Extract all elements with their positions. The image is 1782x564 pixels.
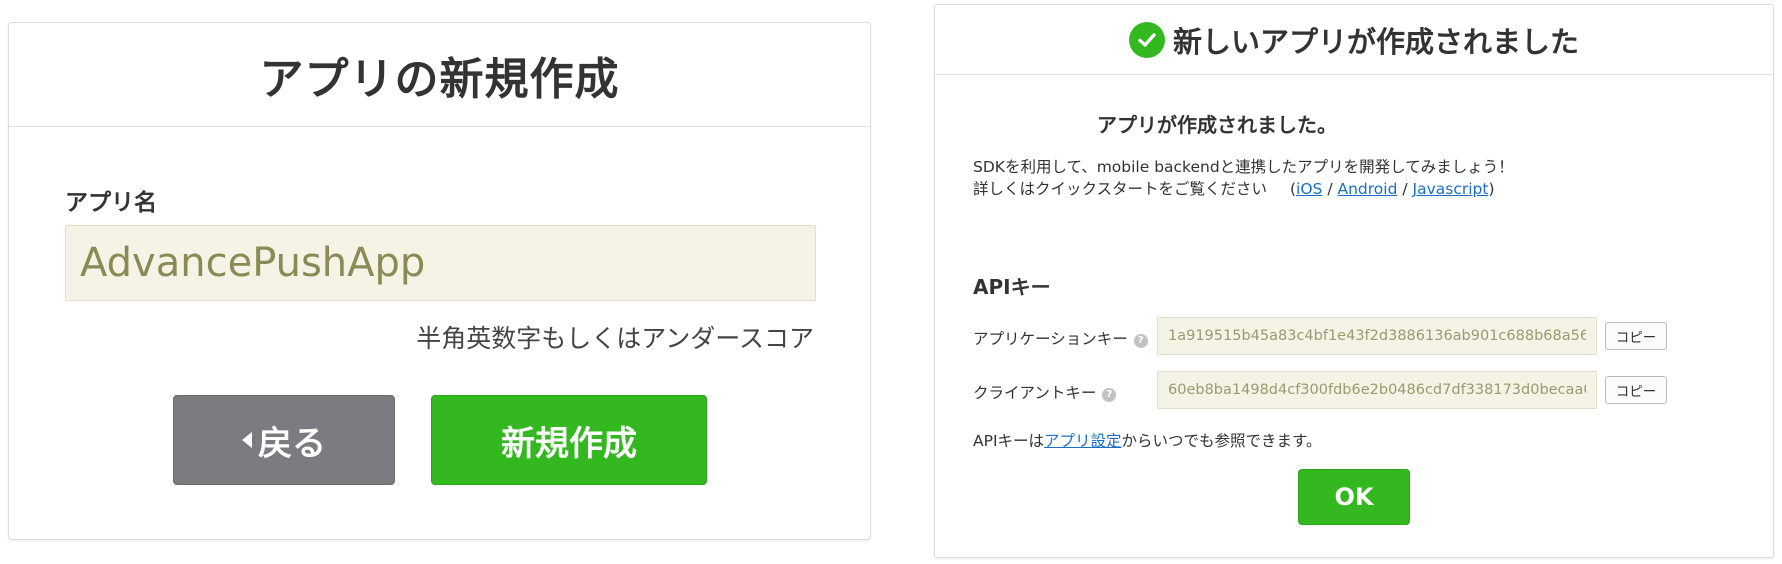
help-icon[interactable]: ? <box>1133 334 1148 348</box>
create-app-header: アプリの新規作成 <box>9 23 870 127</box>
android-link[interactable]: Android <box>1337 180 1397 198</box>
create-button[interactable]: 新規作成 <box>431 395 707 485</box>
quickstart-links: (iOS / Android / Javascript) <box>1290 180 1495 198</box>
api-note-suffix: からいつでも参照できます。 <box>1121 432 1322 450</box>
sdk-description: SDKを利用して、mobile backendと連携したアプリを開発してみましょ… <box>973 158 1514 176</box>
client-key-field[interactable] <box>1157 371 1597 409</box>
ok-button[interactable]: OK <box>1298 469 1410 525</box>
created-message: アプリが作成されました。 <box>1097 113 1337 137</box>
app-created-panel: 新しいアプリが作成されました アプリが作成されました。 SDKを利用して、mob… <box>934 4 1774 558</box>
api-key-heading: APIキー <box>973 275 1051 299</box>
link-separator: / <box>1322 180 1338 198</box>
paren-close: ) <box>1488 180 1495 198</box>
copy-client-key-button[interactable]: コピー <box>1605 376 1667 404</box>
create-app-panel: アプリの新規作成 アプリ名 半角英数字もしくはアンダースコア 戻る 新規作成 <box>8 22 871 540</box>
client-key-label-text: クライアントキー <box>973 384 1097 402</box>
back-button[interactable]: 戻る <box>173 395 395 485</box>
quickstart-line: 詳しくはクイックスタートをご覧ください (iOS / Android / Jav… <box>973 177 1495 199</box>
javascript-link[interactable]: Javascript <box>1413 180 1489 198</box>
app-name-label: アプリ名 <box>65 190 157 216</box>
app-name-input[interactable] <box>65 225 816 301</box>
create-button-label: 新規作成 <box>501 423 637 464</box>
api-key-note: APIキーはアプリ設定からいつでも参照できます。 <box>973 429 1322 451</box>
quickstart-text: 詳しくはクイックスタートをご覧ください <box>973 180 1268 198</box>
app-name-hint: 半角英数字もしくはアンダースコア <box>416 324 814 353</box>
app-created-header: 新しいアプリが作成されました <box>935 5 1773 75</box>
copy-application-key-button[interactable]: コピー <box>1605 322 1667 350</box>
application-key-label: アプリケーションキー? <box>973 327 1148 349</box>
application-key-field[interactable] <box>1157 317 1597 355</box>
application-key-row: アプリケーションキー? コピー <box>973 317 1733 357</box>
client-key-label: クライアントキー? <box>973 381 1117 403</box>
api-note-prefix: APIキーは <box>973 432 1045 450</box>
ios-link[interactable]: iOS <box>1296 180 1322 198</box>
triangle-left-icon <box>242 432 252 448</box>
check-circle-icon <box>1128 21 1165 58</box>
back-button-label: 戻る <box>258 423 326 464</box>
link-separator: / <box>1397 180 1413 198</box>
client-key-row: クライアントキー? コピー <box>973 371 1733 411</box>
app-settings-link[interactable]: アプリ設定 <box>1044 432 1122 450</box>
page-title: アプリの新規作成 <box>259 53 620 105</box>
success-title: 新しいアプリが作成されました <box>1172 24 1579 59</box>
help-icon[interactable]: ? <box>1102 388 1117 402</box>
application-key-label-text: アプリケーションキー <box>973 330 1128 348</box>
